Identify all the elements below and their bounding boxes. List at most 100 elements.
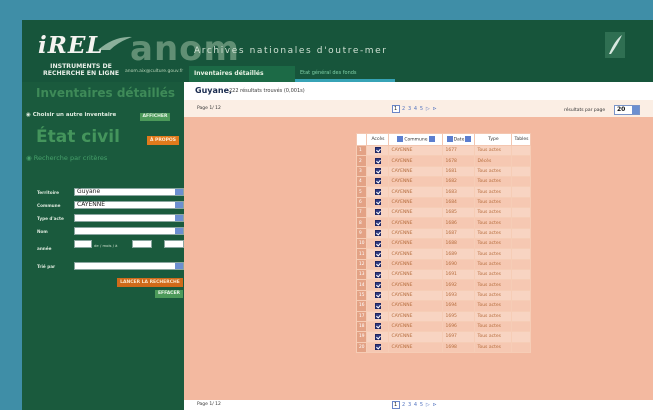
table-row[interactable]: 10 CAYENNE 1688 Tous actes bbox=[355, 238, 532, 250]
access-checkbox[interactable] bbox=[374, 302, 381, 309]
commune-select[interactable]: CAYENNE bbox=[74, 201, 184, 209]
annee-mois-input[interactable] bbox=[132, 240, 152, 248]
page-links[interactable]: 2 3 4 5 bbox=[402, 402, 424, 408]
per-page-select[interactable]: 20 bbox=[614, 105, 640, 115]
access-cell[interactable] bbox=[366, 155, 390, 167]
access-cell[interactable] bbox=[366, 248, 390, 260]
commune-cell[interactable]: CAYENNE bbox=[388, 279, 444, 291]
access-checkbox[interactable] bbox=[374, 240, 381, 247]
table-row[interactable]: 7 CAYENNE 1685 Tous actes bbox=[355, 207, 532, 219]
access-cell[interactable] bbox=[366, 238, 390, 250]
access-cell[interactable] bbox=[366, 279, 390, 291]
annee-to-input[interactable] bbox=[164, 240, 184, 248]
page-current[interactable]: 1 bbox=[392, 105, 400, 113]
access-cell[interactable] bbox=[366, 269, 390, 281]
territoire-select[interactable]: Guyane bbox=[74, 188, 184, 196]
header-commune[interactable]: Commune bbox=[388, 133, 444, 146]
table-row[interactable]: 1 CAYENNE 1677 Tous actes bbox=[355, 144, 532, 157]
access-checkbox[interactable] bbox=[374, 343, 381, 350]
access-cell[interactable] bbox=[366, 331, 390, 343]
tri-select[interactable] bbox=[74, 262, 184, 270]
access-cell[interactable] bbox=[366, 217, 390, 229]
access-checkbox[interactable] bbox=[374, 333, 381, 340]
table-row[interactable]: 12 CAYENNE 1690 Tous actes bbox=[355, 258, 532, 271]
access-cell[interactable] bbox=[366, 176, 390, 188]
contact-email[interactable]: anom.aix@culture.gouv.fr bbox=[125, 69, 183, 74]
access-cell[interactable] bbox=[366, 289, 390, 302]
commune-cell[interactable]: CAYENNE bbox=[388, 320, 444, 333]
commune-cell[interactable]: CAYENNE bbox=[388, 207, 444, 219]
table-row[interactable]: 13 CAYENNE 1691 Tous actes bbox=[355, 269, 532, 281]
access-cell[interactable] bbox=[366, 196, 390, 209]
access-cell[interactable] bbox=[366, 207, 390, 219]
irel-logo[interactable]: iREL bbox=[38, 32, 104, 59]
access-checkbox[interactable] bbox=[374, 219, 381, 226]
access-checkbox[interactable] bbox=[374, 261, 381, 268]
table-row[interactable]: 18 CAYENNE 1696 Tous actes bbox=[355, 320, 532, 333]
afficher-button[interactable]: AFFICHER bbox=[140, 113, 170, 121]
access-cell[interactable] bbox=[366, 258, 390, 271]
commune-cell[interactable]: CAYENNE bbox=[388, 310, 444, 322]
table-row[interactable]: 20 CAYENNE 1698 Tous actes bbox=[355, 341, 532, 353]
sort-icon[interactable] bbox=[465, 136, 472, 143]
table-row[interactable]: 5 CAYENNE 1683 Tous actes bbox=[355, 186, 532, 198]
type-acte-select[interactable] bbox=[74, 214, 184, 222]
table-row[interactable]: 14 CAYENNE 1692 Tous actes bbox=[355, 279, 532, 291]
table-row[interactable]: 17 CAYENNE 1695 Tous actes bbox=[355, 310, 532, 322]
table-row[interactable]: 6 CAYENNE 1684 Tous actes bbox=[355, 196, 532, 209]
table-row[interactable]: 2 CAYENNE 1678 Décès bbox=[355, 155, 532, 167]
access-checkbox[interactable] bbox=[374, 168, 381, 175]
access-checkbox[interactable] bbox=[374, 209, 381, 216]
commune-cell[interactable]: CAYENNE bbox=[388, 269, 444, 281]
commune-cell[interactable]: CAYENNE bbox=[388, 248, 444, 260]
choose-inventory-label[interactable]: ◉ Choisir un autre inventaire bbox=[26, 112, 116, 118]
page-links[interactable]: 2 3 4 5 bbox=[402, 106, 424, 112]
access-cell[interactable] bbox=[366, 300, 390, 312]
commune-cell[interactable]: CAYENNE bbox=[388, 300, 444, 312]
access-cell[interactable] bbox=[366, 165, 390, 178]
table-row[interactable]: 11 CAYENNE 1689 Tous actes bbox=[355, 248, 532, 260]
commune-cell[interactable]: CAYENNE bbox=[388, 227, 444, 240]
access-cell[interactable] bbox=[366, 186, 390, 198]
commune-cell[interactable]: CAYENNE bbox=[388, 217, 444, 229]
sort-icon[interactable] bbox=[446, 136, 453, 143]
access-checkbox[interactable] bbox=[374, 292, 381, 299]
tab-inventaires[interactable]: Inventaires détaillés bbox=[189, 66, 295, 82]
access-checkbox[interactable] bbox=[374, 312, 381, 319]
apropos-button[interactable]: À PROPOS bbox=[147, 136, 179, 145]
access-checkbox[interactable] bbox=[374, 199, 381, 206]
table-row[interactable]: 9 CAYENNE 1687 Tous actes bbox=[355, 227, 532, 240]
commune-cell[interactable]: CAYENNE bbox=[388, 176, 444, 188]
table-row[interactable]: 4 CAYENNE 1682 Tous actes bbox=[355, 176, 532, 188]
commune-cell[interactable]: CAYENNE bbox=[388, 289, 444, 302]
sort-icon[interactable] bbox=[397, 136, 404, 143]
commune-cell[interactable]: CAYENNE bbox=[388, 196, 444, 209]
next-page-icon[interactable]: ▷ ⊳ bbox=[426, 402, 437, 408]
access-cell[interactable] bbox=[366, 144, 390, 157]
commune-cell[interactable]: CAYENNE bbox=[388, 144, 444, 157]
table-row[interactable]: 3 CAYENNE 1681 Tous actes bbox=[355, 165, 532, 178]
access-cell[interactable] bbox=[366, 320, 390, 333]
commune-cell[interactable]: CAYENNE bbox=[388, 341, 444, 353]
access-cell[interactable] bbox=[366, 310, 390, 322]
page-current[interactable]: 1 bbox=[392, 401, 400, 409]
access-checkbox[interactable] bbox=[374, 188, 381, 195]
access-cell[interactable] bbox=[366, 341, 390, 353]
access-checkbox[interactable] bbox=[374, 250, 381, 257]
access-checkbox[interactable] bbox=[374, 271, 381, 278]
commune-cell[interactable]: CAYENNE bbox=[388, 186, 444, 198]
lancer-recherche-button[interactable]: LANCER LA RECHERCHE bbox=[117, 278, 183, 287]
commune-cell[interactable]: CAYENNE bbox=[388, 258, 444, 271]
table-row[interactable]: 19 CAYENNE 1697 Tous actes bbox=[355, 331, 532, 343]
access-checkbox[interactable] bbox=[374, 323, 381, 330]
commune-cell[interactable]: CAYENNE bbox=[388, 155, 444, 167]
sort-icon[interactable] bbox=[428, 136, 435, 143]
annee-from-input[interactable] bbox=[74, 240, 92, 248]
commune-cell[interactable]: CAYENNE bbox=[388, 238, 444, 250]
header-date[interactable]: Date bbox=[442, 133, 476, 146]
nom-input[interactable] bbox=[74, 227, 184, 235]
effacer-button[interactable]: EFFACER bbox=[155, 290, 183, 298]
access-cell[interactable] bbox=[366, 227, 390, 240]
table-row[interactable]: 16 CAYENNE 1694 Tous actes bbox=[355, 300, 532, 312]
table-row[interactable]: 8 CAYENNE 1686 Tous actes bbox=[355, 217, 532, 229]
